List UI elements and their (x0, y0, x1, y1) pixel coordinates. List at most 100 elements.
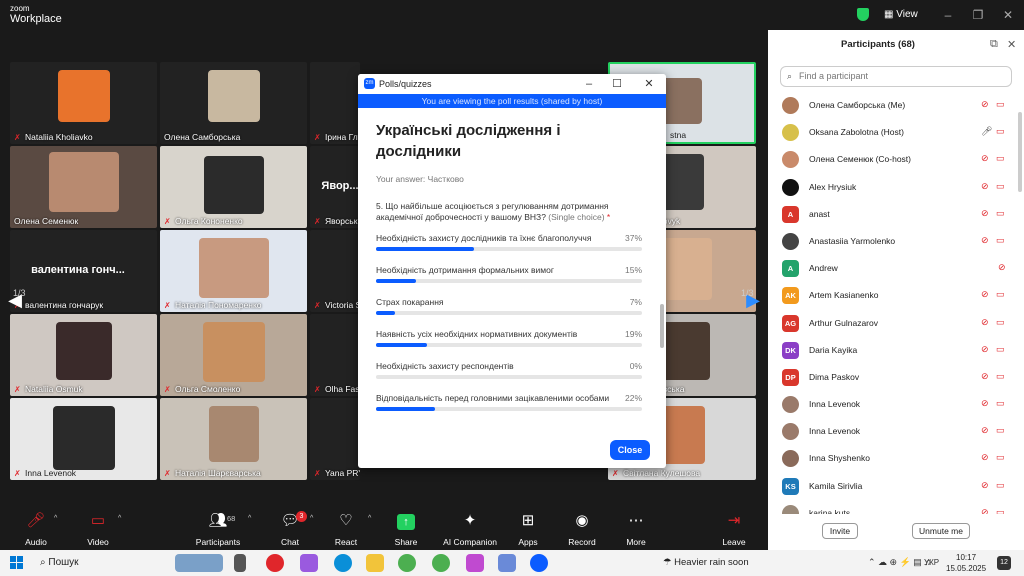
video-tile[interactable]: ✗ Наталія Шарєварська (160, 398, 307, 480)
participant-row[interactable]: Inna Levenok ⊘ ▭ (768, 418, 1018, 445)
video-off-icon[interactable]: ▭ (996, 99, 1005, 110)
participant-search-input[interactable]: ⌕ Find a participant (780, 66, 1012, 87)
muted-mic-icon[interactable]: ⊘ (981, 480, 989, 491)
video-tile[interactable]: Явор... ✗ Яворська (310, 146, 360, 228)
participant-row[interactable]: Inna Shyshenko ⊘ ▭ (768, 445, 1018, 472)
mic-icon[interactable]: 🎤︎ (981, 126, 992, 137)
video-tile[interactable]: валентина гонч... ✗ валентина гончарук (10, 230, 157, 312)
participant-row[interactable]: AG Arthur Gulnazarov ⊘ ▭ (768, 310, 1018, 337)
participant-row[interactable]: karina kuts ⊘ ▭ (768, 500, 1018, 514)
minimize-icon[interactable]: – (939, 6, 957, 24)
maximize-icon[interactable]: ☐ (609, 76, 625, 92)
participant-row[interactable]: Anastasiia Yarmolenko ⊘ ▭ (768, 228, 1018, 255)
video-tile[interactable]: ✗ Nataliia Osmuk (10, 314, 157, 396)
language-indicator[interactable]: УКР (924, 558, 939, 567)
muted-mic-icon[interactable]: ⊘ (981, 317, 989, 328)
chevron-up-icon[interactable]: ^ (118, 515, 121, 522)
poll-scrollbar[interactable] (660, 304, 664, 348)
muted-mic-icon[interactable]: ⊘ (981, 344, 989, 355)
maximize-icon[interactable]: ❐ (969, 6, 987, 24)
muted-mic-icon[interactable]: ⊘ (981, 153, 989, 164)
app-icon[interactable] (498, 554, 516, 572)
view-button[interactable]: ▦ View (884, 9, 918, 20)
windows-start-icon[interactable] (10, 556, 24, 570)
video-off-icon[interactable]: ▭ (996, 153, 1005, 164)
video-off-icon[interactable]: ▭ (996, 452, 1005, 463)
video-tile[interactable]: ✗ Ольга Кононенко (160, 146, 307, 228)
task-view-icon[interactable] (234, 554, 246, 572)
copilot-icon[interactable] (300, 554, 318, 572)
record-button[interactable]: ◉ Record (554, 511, 610, 547)
video-tile[interactable]: ✗ Victoria S (310, 230, 360, 312)
more-button[interactable]: ⋯ More (608, 511, 664, 547)
video-off-icon[interactable]: ▭ (996, 371, 1005, 382)
video-off-icon[interactable]: ▭ (996, 425, 1005, 436)
close-button[interactable]: Close (610, 440, 650, 460)
notification-badge[interactable]: 12 (997, 556, 1011, 570)
muted-mic-icon[interactable]: ⊘ (981, 507, 989, 514)
participant-row[interactable]: Alex Hrysiuk ⊘ ▭ (768, 174, 1018, 201)
video-off-icon[interactable]: ▭ (996, 317, 1005, 328)
participant-row[interactable]: Oksana Zabolotna (Host) 🎤︎ ▭ (768, 119, 1018, 146)
clock[interactable]: 10:17 15.05.2025 (946, 552, 986, 574)
video-button[interactable]: ▭ Video ^ (70, 511, 126, 547)
close-panel-icon[interactable]: ✕ (1007, 38, 1016, 51)
unmute-me-button[interactable]: Unmute me (912, 523, 970, 539)
video-off-icon[interactable]: ▭ (996, 507, 1005, 514)
share-button[interactable]: ↑ Share (378, 511, 434, 547)
system-tray[interactable]: ⌃ ☁ ⊕ ⚡ ▤ ♫ (868, 557, 931, 568)
muted-mic-icon[interactable]: ⊘ (981, 99, 989, 110)
next-page-icon[interactable]: ▶ (738, 270, 768, 330)
participant-row[interactable]: KS Kamila Sirivlia ⊘ ▭ (768, 473, 1018, 500)
muted-mic-icon[interactable]: ⊘ (981, 289, 989, 300)
weather-widget[interactable]: ☂ Heavier rain soon (663, 557, 749, 568)
apps-button[interactable]: ⊞ Apps (500, 511, 556, 547)
encryption-shield-icon[interactable] (857, 8, 869, 21)
participant-row[interactable]: DP Dima Paskov ⊘ ▭ (768, 364, 1018, 391)
video-off-icon[interactable]: ▭ (996, 208, 1005, 219)
video-tile[interactable]: Олена Семенюк (10, 146, 157, 228)
muted-mic-icon[interactable]: ⊘ (981, 371, 989, 382)
muted-mic-icon[interactable]: ⊘ (981, 452, 989, 463)
chrome-icon[interactable] (398, 554, 416, 572)
search-highlight-image[interactable] (175, 554, 223, 572)
video-off-icon[interactable]: ▭ (996, 398, 1005, 409)
video-tile[interactable]: ✗ Ольга Смоленко (160, 314, 307, 396)
audio-button[interactable]: 🎤︎ Audio ^ (8, 511, 64, 547)
participant-row[interactable]: Олена Семенюк (Co-host) ⊘ ▭ (768, 146, 1018, 173)
taskbar-search[interactable]: ⌕ Пошук (40, 557, 79, 568)
opera-icon[interactable] (266, 554, 284, 572)
chevron-up-icon[interactable]: ^ (310, 515, 313, 522)
minimize-icon[interactable]: – (581, 76, 597, 92)
video-tile[interactable]: ✗ Ірина Глу (310, 62, 360, 144)
video-off-icon[interactable]: ▭ (996, 344, 1005, 355)
chevron-up-icon[interactable]: ^ (54, 515, 57, 522)
video-tile[interactable]: ✗ Nataliia Kholiavko (10, 62, 157, 144)
muted-mic-icon[interactable]: ⊘ (981, 235, 989, 246)
close-icon[interactable]: ✕ (999, 6, 1017, 24)
app-icon[interactable] (466, 554, 484, 572)
video-tile[interactable]: ✗ Olha Fast (310, 314, 360, 396)
video-off-icon[interactable]: ▭ (996, 289, 1005, 300)
chevron-up-icon[interactable]: ^ (248, 515, 251, 522)
popout-icon[interactable]: ⧉ (990, 38, 998, 51)
video-off-icon[interactable]: ▭ (996, 126, 1005, 137)
muted-mic-icon[interactable]: ⊘ (981, 425, 989, 436)
video-off-icon[interactable]: ▭ (996, 235, 1005, 246)
muted-mic-icon[interactable]: ⊘ (981, 181, 989, 192)
participant-row[interactable]: DK Daria Kayika ⊘ ▭ (768, 337, 1018, 364)
close-icon[interactable]: ✕ (641, 76, 657, 92)
participant-row[interactable]: A Andrew ⊘ (768, 255, 1018, 282)
chrome-icon[interactable] (432, 554, 450, 572)
participant-list-scrollbar[interactable] (1018, 112, 1022, 192)
zoom-taskbar-icon[interactable] (530, 554, 548, 572)
video-tile[interactable]: ✗ Yana PRYSTUPA (310, 398, 360, 480)
video-off-icon[interactable]: ▭ (996, 181, 1005, 192)
file-explorer-icon[interactable] (366, 554, 384, 572)
video-tile[interactable]: ✗ Наталія Пономаренко (160, 230, 307, 312)
muted-mic-icon[interactable]: ⊘ (981, 398, 989, 409)
react-button[interactable]: ♡ React ^ (318, 511, 374, 547)
participants-button[interactable]: 👥︎ 68 Participants ^ (190, 511, 252, 547)
leave-button[interactable]: ⇥ Leave (706, 511, 762, 547)
chevron-up-icon[interactable]: ^ (368, 515, 371, 522)
